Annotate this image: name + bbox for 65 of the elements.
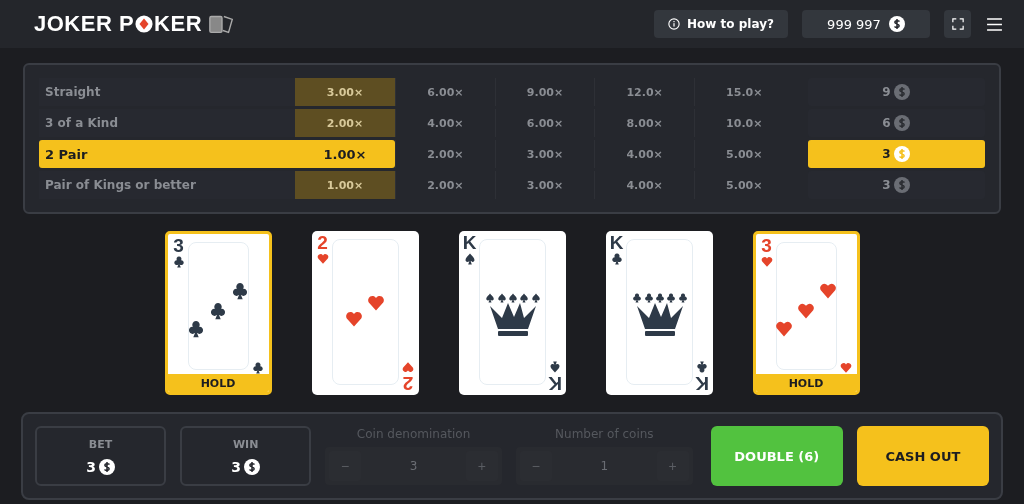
double-button[interactable]: DOUBLE (6) [710,426,843,486]
balance-display: 999 997 [802,10,930,38]
info-icon [668,18,681,30]
coin-icon [894,115,911,131]
suit-pips-drawing [345,294,385,329]
multiplier-cell: 3.00× [494,171,595,199]
multiplier-cell: 9.00× [494,78,595,106]
multiplier-cell: 5.00× [693,171,794,199]
playing-card[interactable]: 3 HOLD [164,231,272,395]
multiplier-cell: 3.00× [494,140,595,168]
rank-text: K [609,233,624,253]
multiplier-cell: 8.00× [594,109,694,137]
multiplier-cell: 10.0× [693,109,794,137]
logo-text: KER [154,11,203,37]
multiplier-cell: 4.00× [395,109,495,137]
suit-icon [172,256,185,268]
playing-card[interactable]: 3 HOLD [752,231,860,395]
multiplier-cell: 6.00× [395,78,495,106]
multiplier-cell: 6.00× [494,109,595,137]
hold-label: HOLD [755,374,857,392]
multiplier-cell: 4.00× [594,171,694,199]
hand-row: 2 Pair 1.00× [39,140,395,168]
suit-icon [760,256,773,268]
coin-icon [894,146,911,162]
multiplier-cell: 4.00× [594,140,694,168]
suit-icon [610,253,623,265]
rank-text: K [462,233,477,253]
coin-icon [98,458,115,475]
coin-icon [894,177,911,193]
bet-display: BET 3 [35,426,167,486]
coin-icon [888,16,905,32]
cash-out-button[interactable]: CASH OUT [856,426,989,486]
fullscreen-button[interactable] [944,10,971,38]
multiplier-cell: 2.00× [395,171,495,199]
suit-icon [695,361,708,373]
coin-icon [244,458,260,475]
playing-card[interactable]: 2 2 [311,231,419,395]
multiplier-cell: 12.0× [594,78,694,106]
logo-text: JOKER P [34,11,135,37]
suit-icon [401,361,414,373]
suit-icon [463,253,476,265]
suit-pips-drawing [187,282,249,339]
rank-text: 2 [317,233,328,253]
rank-text: 2 [402,373,413,393]
rank-text: 3 [761,236,772,256]
win-display: WIN 3 [180,426,312,486]
suit-icon [548,361,561,373]
rank-text: 3 [173,236,184,256]
multiplier-cell: 5.00× [693,140,794,168]
playing-card[interactable]: K K [605,231,713,395]
suit-icon [251,362,264,374]
multiplier-cell: 2.00× [395,140,495,168]
suit-icon [316,253,329,265]
suit-pips-drawing [775,282,837,339]
menu-icon[interactable] [987,17,1002,31]
coin-icon [894,84,911,100]
multiplier-cell: 15.0× [693,78,794,106]
suit-icon [839,362,852,374]
hold-label: HOLD [167,374,269,392]
rank-text: K [547,373,562,393]
playing-card[interactable]: K K [458,231,566,395]
rank-text: K [694,373,709,393]
fullscreen-icon [951,18,964,30]
payout-cell: 3 [807,140,985,168]
how-to-play-button[interactable]: How to play? [654,10,788,38]
